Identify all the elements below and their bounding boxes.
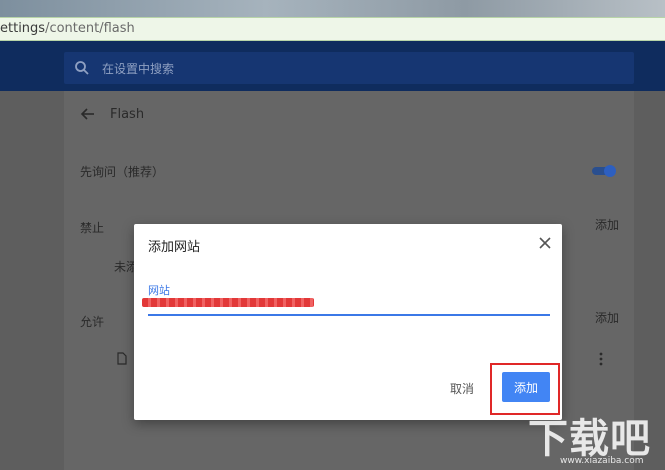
block-section-label: 禁止 [80,221,105,235]
more-vert-icon[interactable] [598,352,604,366]
address-bar-url[interactable]: ettings/content/flash [0,21,135,36]
highlight-annotation [490,363,560,415]
add-site-dialog: 添加网站 网站 取消 添加 [134,224,562,420]
svg-text:下载吧: 下载吧 [528,415,651,460]
url-path: /content/flash [45,21,135,36]
site-field-label: 网站 [148,284,170,297]
toggle-knob [604,165,616,177]
ask-first-label: 先询问（推荐） [80,165,165,179]
search-input[interactable]: 在设置中搜索 [102,60,174,77]
ask-first-toggle[interactable] [592,165,616,177]
close-icon[interactable] [538,236,552,250]
block-add-button[interactable]: 添加 [595,216,619,233]
url-host: ettings [0,21,46,36]
allow-add-button[interactable]: 添加 [595,309,619,326]
site-input-underline [148,314,550,316]
dialog-title: 添加网站 [148,240,201,255]
back-arrow-icon[interactable] [80,106,96,122]
file-icon [117,352,127,365]
search-icon [75,61,89,75]
watermark-url: www.xiazaiba.com [560,456,644,466]
allow-section-label: 允许 [80,315,105,329]
window-title-strip [0,0,665,17]
page-title: Flash [110,107,145,122]
settings-search-box[interactable]: 在设置中搜索 [64,52,634,84]
site-input[interactable] [142,298,314,307]
address-bar[interactable]: ettings/content/flash [0,17,665,41]
cancel-button[interactable]: 取消 [450,380,474,397]
